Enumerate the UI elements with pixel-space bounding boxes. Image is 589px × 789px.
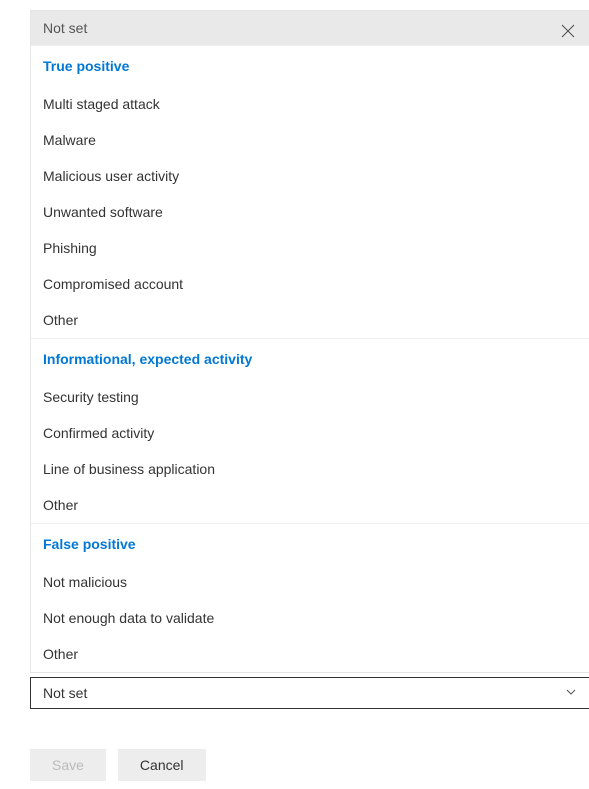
section-header: True positive: [31, 45, 589, 86]
close-button[interactable]: [561, 24, 581, 44]
section-informational: Informational, expected activity Securit…: [31, 338, 589, 523]
save-button: Save: [30, 749, 106, 781]
classification-dropdown[interactable]: Not set: [30, 677, 589, 709]
list-item[interactable]: Other: [31, 487, 589, 523]
list-item[interactable]: Not enough data to validate: [31, 600, 589, 636]
list-item[interactable]: Compromised account: [31, 266, 589, 302]
list-item[interactable]: Security testing: [31, 379, 589, 415]
section-header: Informational, expected activity: [31, 338, 589, 379]
panel-header: Not set: [31, 11, 589, 45]
list-item[interactable]: Multi staged attack: [31, 86, 589, 122]
dropdown-selected-text: Not set: [43, 685, 87, 701]
list-item[interactable]: Other: [31, 302, 589, 338]
list-item[interactable]: Not malicious: [31, 564, 589, 600]
section-header: False positive: [31, 523, 589, 564]
classification-panel: Not set True positive Multi staged attac…: [30, 10, 589, 673]
panel-header-text: Not set: [43, 20, 87, 36]
list-item[interactable]: Line of business application: [31, 451, 589, 487]
list-item[interactable]: Confirmed activity: [31, 415, 589, 451]
section-true-positive: True positive Multi staged attack Malwar…: [31, 45, 589, 338]
list-item[interactable]: Phishing: [31, 230, 589, 266]
chevron-down-icon: [565, 685, 577, 701]
close-icon: [561, 25, 575, 42]
list-item[interactable]: Malicious user activity: [31, 158, 589, 194]
list-item[interactable]: Other: [31, 636, 589, 672]
list-item[interactable]: Malware: [31, 122, 589, 158]
list-item[interactable]: Unwanted software: [31, 194, 589, 230]
button-row: Save Cancel: [30, 749, 589, 781]
cancel-button[interactable]: Cancel: [118, 749, 206, 781]
section-false-positive: False positive Not malicious Not enough …: [31, 523, 589, 672]
